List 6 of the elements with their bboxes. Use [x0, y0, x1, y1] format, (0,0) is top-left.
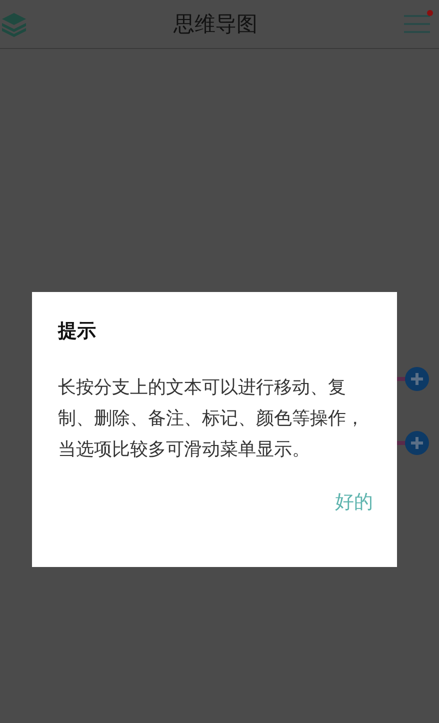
add-node-icon[interactable] — [395, 366, 431, 392]
add-node-icon[interactable] — [395, 430, 431, 456]
ok-button[interactable]: 好的 — [335, 485, 373, 519]
dialog-title: 提示 — [58, 319, 97, 344]
app-title: 思维导图 — [172, 11, 258, 38]
dialog-message: 长按分支上的文本可以进行移动、复制、删除、备注、标记、颜色等操作，当选项比较多可滑动菜单显示。 — [58, 376, 365, 462]
